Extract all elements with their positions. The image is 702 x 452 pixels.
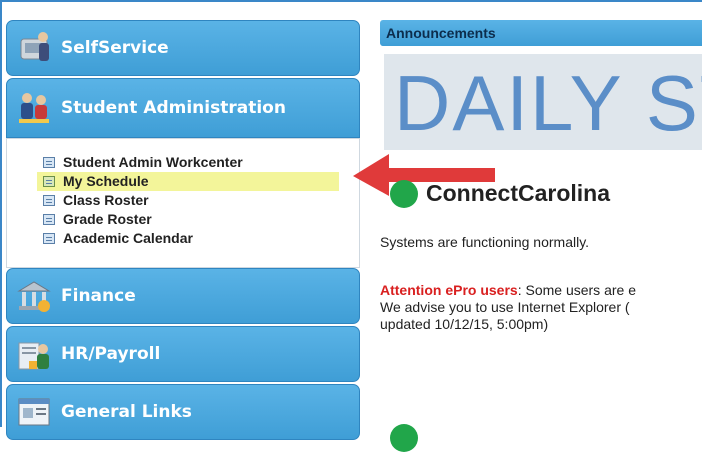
notice-lead: Attention ePro users (380, 282, 518, 298)
system-name: ConnectCarolina (426, 180, 611, 206)
notice-text: : Some users are e (517, 282, 636, 298)
link-label: Student Admin Workcenter (63, 154, 243, 170)
page-icon (43, 176, 55, 187)
sidebar-section-hr-payroll[interactable]: HR/Payroll (6, 326, 360, 382)
sidebar-section-finance[interactable]: Finance (6, 268, 360, 324)
student-administration-panel: Student Admin Workcenter My Schedule Cla… (6, 138, 360, 268)
sidebar-section-label: HR/Payroll (61, 344, 161, 364)
page-icon (43, 214, 55, 225)
notice-line-3: updated 10/12/15, 5:00pm) (380, 316, 549, 332)
page-icon (43, 233, 55, 244)
sidebar-section-label: SelfService (61, 38, 169, 58)
student-administration-icon (19, 93, 49, 123)
link-class-roster[interactable]: Class Roster (41, 191, 339, 210)
sidebar-menu: SelfService Student Administration Stude… (6, 20, 360, 440)
daily-status-banner: DAILY STA (384, 54, 702, 150)
status-green-icon (390, 180, 418, 208)
sidebar-section-label: Student Administration (61, 98, 286, 118)
finance-building-icon (17, 281, 51, 312)
link-label: My Schedule (63, 173, 149, 189)
link-academic-calendar[interactable]: Academic Calendar (41, 229, 339, 248)
page-icon (43, 195, 55, 206)
system-status-text: Systems are functioning normally. (380, 234, 590, 250)
sidebar-section-student-administration[interactable]: Student Administration (6, 78, 360, 138)
announcements-panel: Announcements DAILY STA ConnectCarolina … (380, 20, 702, 452)
link-label: Grade Roster (63, 211, 152, 227)
student-admin-link-list: Student Admin Workcenter My Schedule Cla… (37, 153, 339, 248)
sidebar-section-general-links[interactable]: General Links (6, 384, 360, 440)
link-label: Academic Calendar (63, 230, 193, 246)
sidebar-section-label: General Links (61, 402, 192, 422)
epro-notice: Attention ePro users: Some users are e W… (380, 282, 702, 333)
sidebar-section-label: Finance (61, 286, 136, 306)
link-grade-roster[interactable]: Grade Roster (41, 210, 339, 229)
link-label: Class Roster (63, 192, 149, 208)
general-links-icon (18, 398, 50, 426)
banner-text: DAILY STA (394, 59, 702, 147)
notice-line-2: We advise you to use Internet Explorer ( (380, 299, 630, 315)
sidebar-section-selfservice[interactable]: SelfService (6, 20, 360, 76)
hr-payroll-icon (18, 342, 49, 370)
page-icon (43, 157, 55, 168)
status-green-icon (390, 424, 418, 452)
link-student-admin-workcenter[interactable]: Student Admin Workcenter (41, 153, 339, 172)
self-service-icon (20, 32, 49, 61)
announcements-header: Announcements (380, 20, 702, 46)
link-my-schedule[interactable]: My Schedule (37, 172, 339, 191)
